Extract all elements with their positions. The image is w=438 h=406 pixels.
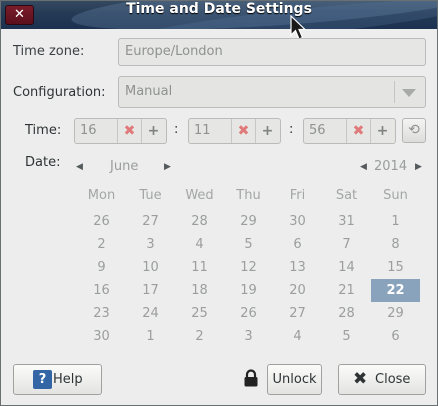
time-separator: :	[174, 122, 179, 137]
calendar-day[interactable]: 13	[273, 256, 322, 279]
calendar-day[interactable]: 26	[224, 302, 273, 325]
lock-icon	[244, 369, 258, 387]
close-icon: ✖	[353, 369, 368, 389]
seconds-clear-icon[interactable]: ✖	[346, 119, 370, 143]
calendar-day[interactable]: 5	[224, 233, 273, 256]
calendar-day[interactable]: 30	[273, 210, 322, 233]
calendar-day[interactable]: 28	[175, 210, 224, 233]
window-close-icon[interactable]: ✕	[5, 5, 34, 25]
minutes-clear-icon[interactable]: ✖	[231, 119, 255, 143]
calendar-week-row: 9 10 11 12 13 14 15	[77, 256, 422, 279]
calendar-day[interactable]: 23	[77, 302, 126, 325]
calendar-day[interactable]: 27	[126, 210, 175, 233]
weekday-header: Fri	[289, 188, 306, 203]
configuration-label: Configuration:	[13, 85, 106, 100]
calendar-week-row: 26 27 28 29 30 31 1	[77, 210, 422, 233]
calendar-weekday-header: Mon Tue Wed Thu Fri Sat Sun	[77, 184, 422, 207]
weekday-header: Tue	[139, 188, 162, 203]
calendar-day[interactable]: 30	[77, 325, 126, 348]
weekday-header: Sun	[383, 188, 408, 203]
calendar-day[interactable]: 10	[126, 256, 175, 279]
calendar-day[interactable]: 2	[175, 325, 224, 348]
calendar-day[interactable]: 28	[322, 302, 371, 325]
calendar-day[interactable]: 29	[224, 210, 273, 233]
help-icon: ?	[33, 370, 52, 389]
seconds-spinner[interactable]: 56 ✖ +	[303, 118, 396, 144]
calendar-day[interactable]: 5	[322, 325, 371, 348]
calendar-day[interactable]: 18	[175, 279, 224, 302]
title-bar[interactable]: Time and Date Settings ✕	[1, 1, 437, 29]
calendar-day[interactable]: 17	[126, 279, 175, 302]
time-label: Time:	[25, 123, 62, 138]
timezone-field[interactable]: Europe/London	[118, 38, 426, 66]
calendar-day[interactable]: 15	[371, 256, 420, 279]
calendar-day[interactable]: 4	[273, 325, 322, 348]
calendar-day[interactable]: 21	[322, 279, 371, 302]
calendar-day-selected[interactable]: 22	[371, 279, 420, 302]
weekday-header: Sat	[335, 188, 358, 203]
calendar-day[interactable]: 2	[77, 233, 126, 256]
calendar-day[interactable]: 29	[371, 302, 420, 325]
time-separator: :	[289, 122, 294, 137]
configuration-dropdown[interactable]: Manual	[118, 76, 426, 108]
calendar-day[interactable]: 1	[126, 325, 175, 348]
configuration-value: Manual	[125, 84, 173, 99]
calendar-day[interactable]: 11	[175, 256, 224, 279]
calendar-day[interactable]: 9	[77, 256, 126, 279]
dropdown-separator	[394, 81, 395, 103]
unlock-button-label: Unlock	[272, 372, 317, 387]
year-label: 2014	[374, 159, 408, 174]
seconds-plus-icon[interactable]: +	[370, 119, 394, 143]
prev-year-icon[interactable]: ◀	[360, 162, 367, 172]
calendar-day[interactable]: 14	[322, 256, 371, 279]
help-button[interactable]: ? Help	[13, 364, 102, 395]
weekday-header: Wed	[185, 188, 214, 203]
calendar-day[interactable]: 27	[273, 302, 322, 325]
next-year-icon[interactable]: ▶	[415, 162, 422, 172]
calendar-day[interactable]: 6	[273, 233, 322, 256]
hours-clear-icon[interactable]: ✖	[117, 119, 141, 143]
hours-spinner[interactable]: 16 ✖ +	[74, 118, 167, 144]
timezone-label: Time zone:	[13, 44, 85, 59]
prev-month-icon[interactable]: ◀	[76, 162, 83, 172]
date-label: Date:	[25, 155, 61, 170]
hours-value: 16	[80, 123, 97, 138]
time-date-settings-window: Time and Date Settings ✕ Time zone: Euro…	[0, 0, 438, 406]
weekday-header: Thu	[236, 188, 261, 203]
calendar-day[interactable]: 3	[126, 233, 175, 256]
help-button-label: Help	[53, 372, 83, 387]
close-button-label: Close	[375, 372, 411, 387]
hours-plus-icon[interactable]: +	[141, 119, 165, 143]
calendar-day[interactable]: 20	[273, 279, 322, 302]
calendar-day[interactable]: 7	[322, 233, 371, 256]
calendar-week-row: 23 24 25 26 27 28 29	[77, 302, 422, 325]
calendar-day[interactable]: 24	[126, 302, 175, 325]
weekday-header: Mon	[87, 188, 116, 203]
window-title: Time and Date Settings	[126, 1, 312, 17]
calendar-day[interactable]: 19	[224, 279, 273, 302]
unlock-button[interactable]: Unlock	[267, 364, 322, 395]
calendar-day[interactable]: 12	[224, 256, 273, 279]
calendar-day[interactable]: 1	[371, 210, 420, 233]
calendar-day[interactable]: 26	[77, 210, 126, 233]
month-label: June	[110, 159, 139, 174]
refresh-icon[interactable]: ⟲	[402, 118, 426, 143]
calendar-day[interactable]: 31	[322, 210, 371, 233]
calendar-day[interactable]: 25	[175, 302, 224, 325]
calendar-week-row: 2 3 4 5 6 7 8	[77, 233, 422, 256]
minutes-plus-icon[interactable]: +	[255, 119, 279, 143]
calendar-day[interactable]: 3	[224, 325, 273, 348]
chevron-down-icon	[402, 89, 416, 97]
calendar-day[interactable]: 16	[77, 279, 126, 302]
calendar-day[interactable]: 6	[371, 325, 420, 348]
seconds-value: 56	[309, 123, 326, 138]
calendar-week-row: 30 1 2 3 4 5 6	[77, 325, 422, 348]
calendar-week-row: 16 17 18 19 20 21 22	[77, 279, 422, 302]
close-button[interactable]: ✖ Close	[338, 364, 426, 395]
minutes-value: 11	[194, 123, 211, 138]
next-month-icon[interactable]: ▶	[164, 162, 171, 172]
calendar-day[interactable]: 8	[371, 233, 420, 256]
minutes-spinner[interactable]: 11 ✖ +	[188, 118, 281, 144]
calendar-day[interactable]: 4	[175, 233, 224, 256]
